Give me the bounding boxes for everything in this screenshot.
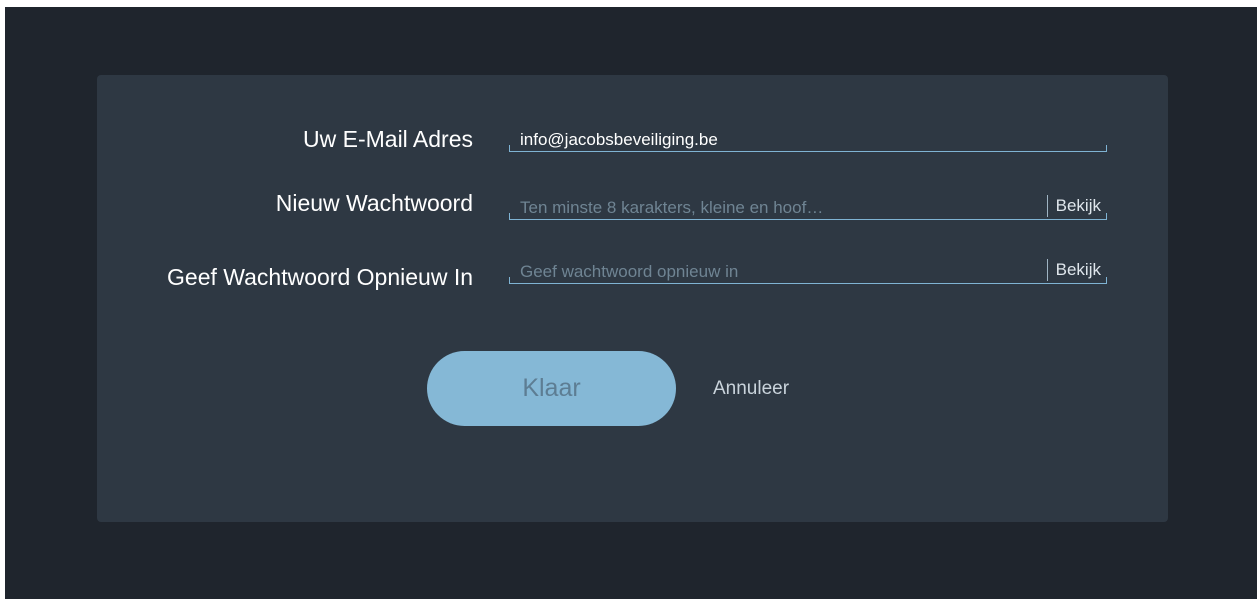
- cancel-link[interactable]: Annuleer: [713, 377, 789, 401]
- done-button[interactable]: Klaar: [427, 351, 676, 426]
- email-field-wrapper: [509, 129, 1107, 152]
- new-password-field[interactable]: [520, 197, 1020, 219]
- show-new-password-button[interactable]: Bekijk: [1046, 195, 1101, 217]
- confirm-password-label: Geef Wachtwoord Opnieuw In: [167, 264, 473, 290]
- screen-background: Uw E-Mail Adres Nieuw Wachtwoord Bekijk …: [5, 7, 1257, 599]
- show-confirm-password-button[interactable]: Bekijk: [1046, 259, 1101, 281]
- email-label: Uw E-Mail Adres: [303, 126, 473, 152]
- confirm-password-field-wrapper: Bekijk: [509, 259, 1107, 284]
- new-password-label: Nieuw Wachtwoord: [275, 190, 473, 216]
- confirm-password-field[interactable]: [520, 261, 1020, 283]
- email-field[interactable]: [520, 129, 1020, 151]
- password-reset-panel: Uw E-Mail Adres Nieuw Wachtwoord Bekijk …: [97, 75, 1168, 522]
- new-password-field-wrapper: Bekijk: [509, 195, 1107, 220]
